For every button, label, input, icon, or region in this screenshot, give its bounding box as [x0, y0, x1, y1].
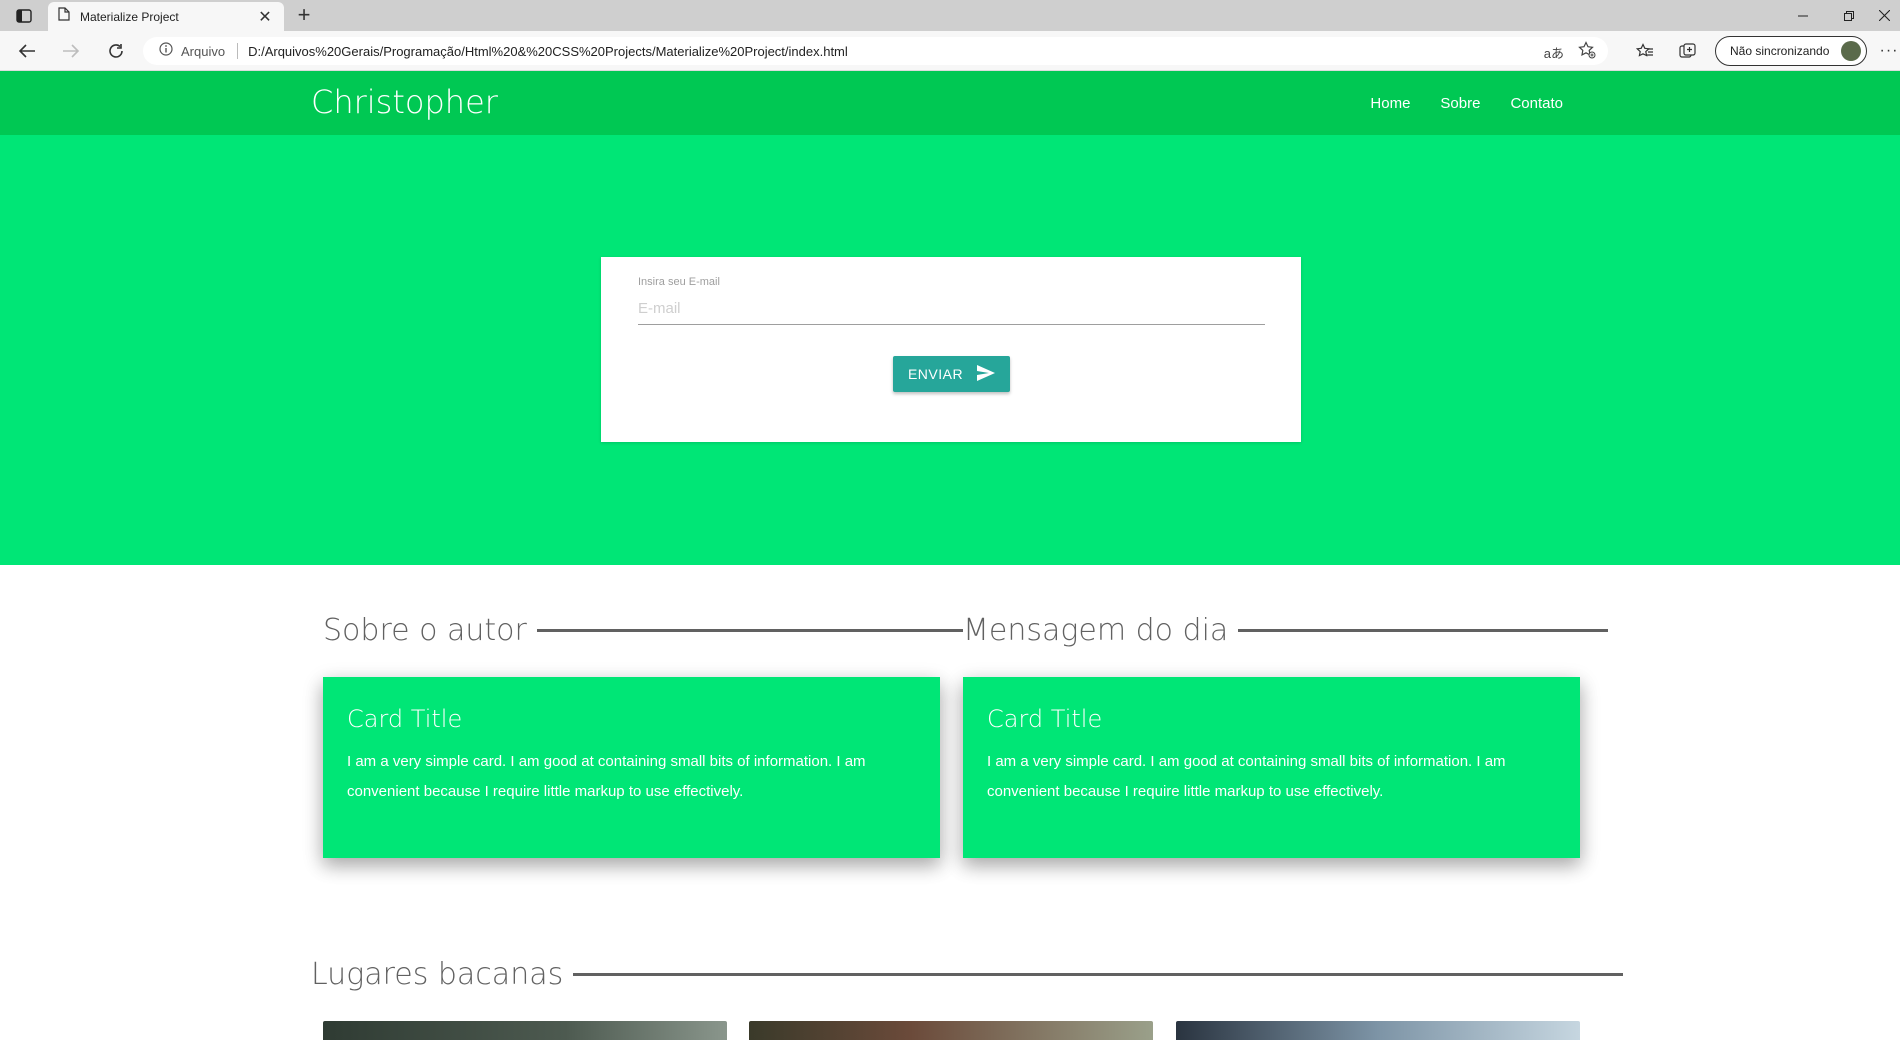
close-window-icon[interactable]	[1868, 0, 1900, 31]
email-form-card: Insira seu E-mail ENVIAR	[601, 257, 1301, 442]
tab-title: Materialize Project	[80, 9, 179, 24]
card-title: Card Title	[987, 705, 1103, 733]
send-button[interactable]: ENVIAR	[893, 356, 1010, 392]
address-bar[interactable]: Arquivo D:/Arquivos%20Gerais/Programação…	[143, 37, 1608, 65]
send-icon	[977, 364, 996, 384]
nav-link-home[interactable]: Home	[1355, 95, 1425, 112]
place-image[interactable]	[1176, 1021, 1580, 1040]
address-actions: aあ	[1544, 41, 1596, 64]
url-text[interactable]: D:/Arquivos%20Gerais/Programação/Html%20…	[248, 44, 848, 59]
title-divider	[536, 629, 963, 632]
close-tab-icon[interactable]: ✕	[256, 7, 274, 27]
email-field[interactable]	[638, 293, 1265, 325]
nav-link-contato[interactable]: Contato	[1495, 95, 1578, 112]
nav-links: Home Sobre Contato	[1355, 71, 1578, 135]
section-heading: Sobre o autor	[323, 613, 527, 648]
section-heading: Lugares bacanas	[311, 957, 564, 992]
refresh-icon[interactable]	[101, 37, 131, 65]
back-arrow-icon[interactable]	[12, 37, 42, 65]
hero-section: Insira seu E-mail ENVIAR	[0, 135, 1900, 565]
card-text: I am a very simple card. I am good at co…	[987, 753, 1506, 800]
send-button-label: ENVIAR	[907, 366, 964, 382]
more-options-icon[interactable]: ···	[1878, 37, 1900, 65]
browser-toolbar: Arquivo D:/Arquivos%20Gerais/Programação…	[0, 31, 1900, 71]
avatar	[1841, 41, 1861, 61]
card-sobre: Card Title I am a very simple card. I am…	[323, 677, 940, 858]
info-icon[interactable]	[159, 41, 173, 61]
sync-label: Não sincronizando	[1730, 44, 1830, 58]
security-label: Arquivo	[181, 43, 226, 59]
collections-icon[interactable]	[1673, 37, 1703, 65]
site-navbar: Christopher Home Sobre Contato	[0, 71, 1900, 135]
tab-actions-icon[interactable]	[10, 5, 38, 27]
forward-arrow-icon[interactable]	[56, 37, 86, 65]
profile-sync-button[interactable]: Não sincronizando	[1715, 36, 1867, 66]
add-favorite-icon[interactable]	[1578, 41, 1596, 64]
section-title-lugares: Lugares bacanas	[311, 957, 1624, 992]
favorites-icon[interactable]	[1630, 37, 1660, 65]
place-image[interactable]	[749, 1021, 1153, 1040]
card-mensagem: Card Title I am a very simple card. I am…	[963, 677, 1580, 858]
card-text: I am a very simple card. I am good at co…	[347, 753, 866, 800]
minimize-icon[interactable]	[1780, 0, 1826, 31]
new-tab-button[interactable]: +	[292, 4, 316, 28]
title-divider	[573, 973, 1624, 976]
email-field-label: Insira seu E-mail	[638, 276, 720, 288]
card-title: Card Title	[347, 705, 463, 733]
browser-tab[interactable]: Materialize Project ✕	[48, 2, 284, 31]
section-title-mensagem: Mensagem do dia	[963, 613, 1609, 648]
address-divider	[237, 43, 239, 59]
page-icon	[58, 7, 70, 26]
brand-logo[interactable]: Christopher	[311, 83, 498, 121]
restore-icon[interactable]	[1826, 0, 1872, 31]
nav-link-sobre[interactable]: Sobre	[1425, 95, 1495, 112]
place-image[interactable]	[323, 1021, 727, 1040]
title-divider	[1238, 629, 1609, 632]
browser-tab-bar: Materialize Project ✕ +	[0, 0, 1900, 31]
read-aloud-icon[interactable]: aあ	[1544, 43, 1564, 62]
section-heading: Mensagem do dia	[963, 613, 1229, 648]
section-title-sobre: Sobre o autor	[323, 613, 963, 648]
